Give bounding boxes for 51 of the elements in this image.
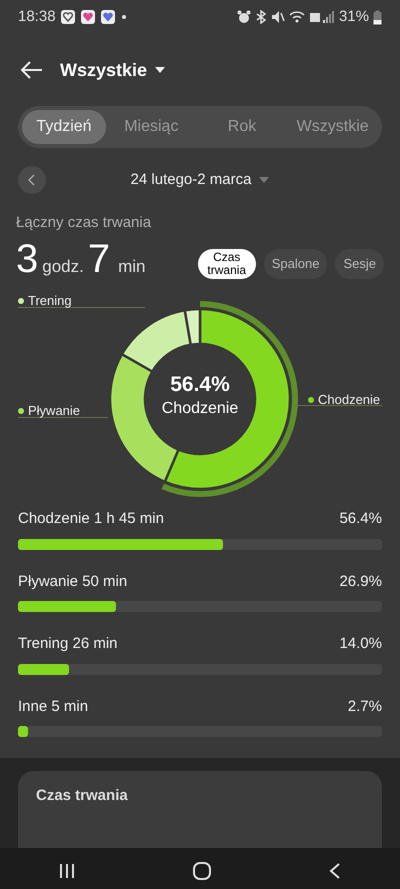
activity-label: Inne 5 min (18, 696, 88, 716)
card-title: Czas trwania (36, 786, 129, 806)
activity-label: Trening 26 min (18, 634, 118, 654)
signal-icon (308, 10, 335, 24)
center-value: 56.4% (169, 372, 231, 398)
clock-time: 18:38 (18, 6, 56, 27)
activity-label: Chodzenie 1 h 45 min (18, 509, 164, 529)
slice-label: Chodzenie (318, 391, 380, 409)
label-dot (308, 396, 314, 403)
recent-apps-icon (58, 862, 76, 880)
period-tab[interactable]: Tydzień (22, 110, 106, 144)
duration-value: 3 (16, 238, 38, 278)
chevron-left-icon (28, 174, 36, 186)
slice-label: Pływanie (28, 402, 80, 420)
back-button[interactable] (20, 60, 44, 80)
metric-chip[interactable]: Czas trwania (198, 249, 256, 279)
metric-chip[interactable]: Sesje (335, 249, 384, 279)
category-dropdown[interactable]: Wszystkie (60, 56, 166, 84)
activity-percent: 2.7% (348, 696, 382, 716)
activity-percent: 56.4% (339, 509, 382, 529)
heart-app-icon (60, 9, 76, 25)
metric-chip[interactable]: Spalone (264, 249, 328, 279)
bluetooth-icon (254, 10, 267, 24)
back-arrow-icon (20, 60, 44, 80)
label-dot (18, 298, 24, 304)
period-tab[interactable]: Rok (196, 110, 288, 144)
notification-dot-icon (120, 13, 128, 21)
activity-label: Pływanie 50 min (18, 572, 128, 592)
date-range-dropdown[interactable]: 24 lutego-2 marca (124, 168, 276, 192)
heart-app-icon (100, 9, 116, 25)
home-icon (192, 861, 212, 882)
duration-value: 7 (88, 238, 110, 278)
activity-percent: 26.9% (339, 572, 382, 592)
duration-unit: godz. (42, 256, 84, 278)
slice-label: Trening (28, 292, 72, 310)
duration-unit: min (118, 256, 146, 278)
caret-icon (259, 177, 270, 183)
mute-icon (270, 10, 285, 24)
period-tab[interactable]: Miesiąc (106, 110, 197, 144)
caret-icon (155, 67, 166, 73)
battery-icon (373, 10, 382, 24)
back-icon (328, 862, 342, 880)
center-label: Chodzenie (160, 399, 240, 419)
summary-label: Łączny czas trwania (16, 213, 152, 233)
activity-percent: 14.0% (339, 634, 382, 654)
alarm-icon (236, 10, 251, 24)
label-dot (18, 408, 24, 414)
period-tab[interactable]: Wszystkie (287, 110, 378, 144)
heart-app-icon (80, 9, 96, 25)
wifi-icon (288, 10, 305, 24)
battery-percent: 31% (338, 6, 369, 27)
